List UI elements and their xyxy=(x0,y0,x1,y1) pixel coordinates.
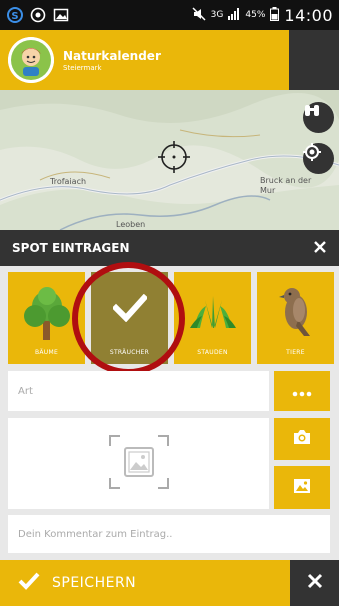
cancel-button[interactable] xyxy=(290,560,339,606)
category-label: STAUDEN xyxy=(197,349,228,356)
app-header: Naturkalender Steiermark xyxy=(0,30,339,90)
map-terrain xyxy=(0,90,339,230)
ellipsis-icon xyxy=(292,382,312,401)
status-bar: S 3G 45% 14:00 xyxy=(0,0,339,30)
art-field[interactable]: Art xyxy=(8,371,269,411)
map-place-leoben: Leoben xyxy=(116,220,146,229)
category-tile-baeume[interactable]: BÄUME xyxy=(8,272,85,364)
art-placeholder: Art xyxy=(18,385,33,397)
clock: 14:00 xyxy=(284,5,333,25)
signal-icon xyxy=(228,7,240,23)
battery-level: 45% xyxy=(245,10,266,20)
network-type: 3G xyxy=(210,10,224,20)
category-label: BÄUME xyxy=(34,349,59,356)
binoculars-button[interactable] xyxy=(303,102,334,133)
save-label: SPEICHERN xyxy=(52,575,137,591)
header-dark-panel xyxy=(289,30,339,90)
photo-placeholder-icon xyxy=(108,434,170,493)
app-screen: S 3G 45% 14:00 Naturkalender Steiermark … xyxy=(0,0,339,606)
locate-me-button[interactable] xyxy=(303,143,334,174)
map-place-bruck: Bruck an der Mur xyxy=(260,176,312,195)
app-logo-avatar[interactable] xyxy=(8,37,54,83)
camera-icon xyxy=(293,429,311,449)
bird-icon xyxy=(257,282,334,340)
mute-icon xyxy=(192,6,206,24)
map-view[interactable]: Trofaiach Bruck an der Mur Leoben xyxy=(0,90,339,230)
svg-text:S: S xyxy=(11,11,18,22)
save-button[interactable]: SPEICHERN xyxy=(0,560,290,606)
gallery-button[interactable] xyxy=(274,466,330,509)
close-icon xyxy=(307,573,323,593)
category-tile-tiere[interactable]: TIERE xyxy=(257,272,334,364)
comment-field[interactable]: Dein Kommentar zum Eintrag.. xyxy=(8,515,330,553)
skype-icon: S xyxy=(6,7,23,24)
more-options-button[interactable] xyxy=(274,371,330,411)
checkmark-icon xyxy=(18,572,40,594)
close-icon[interactable] xyxy=(311,238,329,256)
app-subtitle: Steiermark xyxy=(63,63,102,72)
battery-icon xyxy=(270,6,280,24)
category-label: STRÄUCHER xyxy=(109,349,150,356)
category-tile-straeucher[interactable]: STRÄUCHER xyxy=(91,272,168,364)
category-label: TIERE xyxy=(286,349,305,356)
category-tile-stauden[interactable]: STAUDEN xyxy=(174,272,251,364)
category-selector: BÄUME STRÄUCHER STAUDEN TIERE xyxy=(8,272,334,364)
camera-button[interactable] xyxy=(274,418,330,460)
map-place-trofaiach: Trofaiach xyxy=(50,177,87,186)
plant-icon xyxy=(174,294,251,330)
tree-icon xyxy=(8,284,85,344)
spot-title-bar: SPOT EINTRAGEN xyxy=(0,230,339,266)
app-title: Naturkalender xyxy=(63,48,161,63)
gallery-icon xyxy=(293,478,311,498)
whatsapp-icon xyxy=(29,7,46,24)
spot-title: SPOT EINTRAGEN xyxy=(12,241,130,255)
image-icon xyxy=(52,7,69,24)
checkmark-icon xyxy=(91,294,168,322)
photo-preview-area[interactable] xyxy=(8,418,269,509)
comment-placeholder: Dein Kommentar zum Eintrag.. xyxy=(18,528,173,540)
